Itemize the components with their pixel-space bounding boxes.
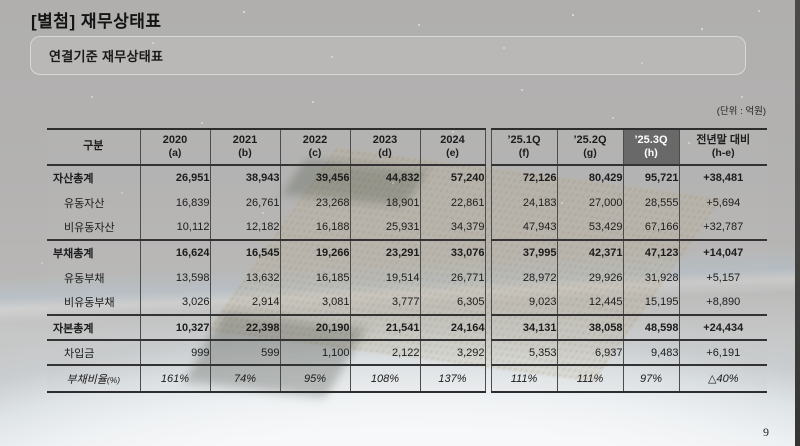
header-2022: 2022(c): [280, 129, 350, 165]
header-category: 구분: [47, 129, 140, 165]
table-row-total-assets: 자산총계 26,951 38,943 39,456 44,832 57,240 …: [47, 165, 767, 190]
subtitle-text: 연결기준 재무상태표: [49, 46, 163, 65]
header-2023: 2023(d): [350, 129, 420, 165]
header-yoy-diff: 전년말 대비(h-e): [679, 129, 767, 165]
table-row-current-liabilities: 유동부채 13,598 13,632 16,185 19,514 26,771 …: [47, 265, 767, 290]
table-row-borrowings: 차입금 999 599 1,100 2,122 3,292 5,353 6,93…: [47, 340, 767, 365]
page-number: 9: [763, 425, 769, 440]
balance-sheet-table: 구분 2020(a) 2021(b) 2022(c) 2023(d) 2024(…: [47, 128, 767, 393]
table-row-current-assets: 유동자산 16,839 26,761 23,268 18,901 22,861 …: [47, 190, 767, 215]
table-row-debt-ratio: 부채비율(%) 161% 74% 95% 108% 137% 111% 111%…: [47, 365, 767, 392]
header-25-1q: ’25.1Q(f): [491, 129, 557, 165]
right-edge-dark-strip: [795, 0, 800, 446]
subtitle-box: 연결기준 재무상태표: [30, 36, 746, 75]
table-row-noncurrent-liabilities: 비유동부채 3,026 2,914 3,081 3,777 6,305 9,02…: [47, 290, 767, 315]
header-2020: 2020(a): [140, 129, 210, 165]
header-2021: 2021(b): [210, 129, 280, 165]
table-row-total-equity: 자본총계 10,327 22,398 20,190 21,541 24,164 …: [47, 315, 767, 340]
header-25-2q: ’25.2Q(g): [557, 129, 623, 165]
stars-background: [0, 0, 2, 2]
unit-label: (단위 : 억원): [717, 103, 766, 117]
table-header-row: 구분 2020(a) 2021(b) 2022(c) 2023(d) 2024(…: [47, 129, 767, 165]
header-2024: 2024(e): [420, 129, 485, 165]
page-title: [별첨] 재무상태표: [31, 7, 162, 32]
table-row-noncurrent-assets: 비유동자산 10,112 12,182 16,188 25,931 34,379…: [47, 215, 767, 240]
header-25-3q-highlighted: ’25.3Q(h): [623, 129, 679, 165]
table-row-total-liabilities: 부채총계 16,624 16,545 19,266 23,291 33,076 …: [47, 240, 767, 265]
